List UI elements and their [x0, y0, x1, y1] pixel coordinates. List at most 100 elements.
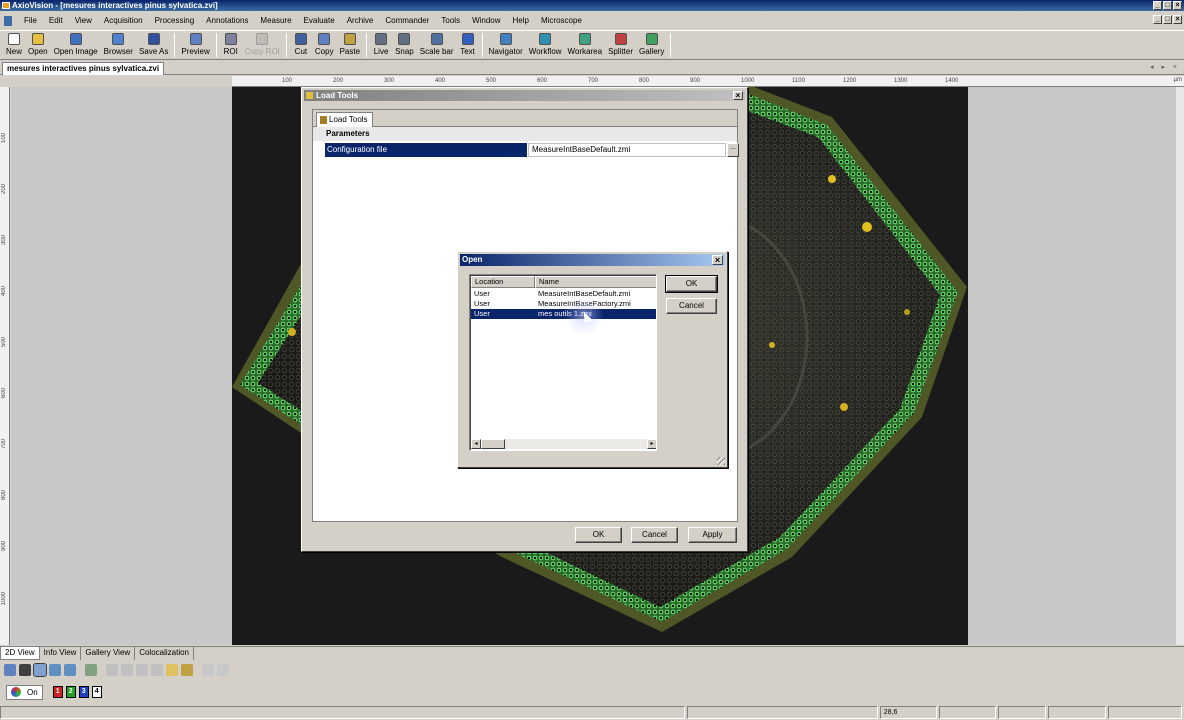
toolbar-separator [481, 33, 483, 57]
status-panel-3 [939, 706, 997, 719]
configuration-file-field[interactable]: MeasureIntBaseDefault.zmi [528, 143, 726, 157]
flip-icon[interactable] [151, 664, 163, 676]
undo-icon[interactable] [106, 664, 118, 676]
browse-button[interactable]: ... [727, 143, 739, 157]
splitter-button[interactable]: Splitter [605, 31, 636, 56]
scale-bar-button[interactable]: Scale bar [417, 31, 457, 56]
menu-processing[interactable]: Processing [149, 13, 201, 28]
refresh-icon[interactable] [217, 664, 229, 676]
channel-4-chip[interactable]: 4 [91, 686, 102, 698]
grid-icon[interactable] [202, 664, 214, 676]
open-dialog-titlebar[interactable]: Open × [460, 254, 725, 266]
open-button[interactable]: Open [25, 31, 51, 56]
tab-load-tools[interactable]: Load Tools [316, 112, 373, 127]
zoom-in-icon[interactable] [49, 664, 61, 676]
menu-bar: File Edit View Acquisition Processing Annotat… [0, 13, 1184, 28]
close-button[interactable]: × [1173, 1, 1182, 10]
tab-gallery-view[interactable]: Gallery View [81, 647, 136, 660]
menu-commander[interactable]: Commander [379, 13, 435, 28]
horizontal-scrollbar[interactable]: ◂ ▸ [471, 439, 656, 449]
tab-2d-view[interactable]: 2D View [0, 647, 40, 660]
column-location[interactable]: Location [471, 276, 535, 288]
menu-acquisition[interactable]: Acquisition [98, 13, 149, 28]
cut-button[interactable]: Cut [290, 31, 312, 56]
paste-button[interactable]: Paste [337, 31, 363, 56]
resize-grip-icon[interactable] [717, 457, 725, 465]
menu-view[interactable]: View [69, 13, 98, 28]
load-tools-titlebar[interactable]: Load Tools × [304, 90, 745, 101]
toolbar-label: Cut [294, 47, 308, 56]
menu-help[interactable]: Help [507, 13, 535, 28]
browser-button[interactable]: Browser [101, 31, 136, 56]
save-as-button[interactable]: Save As [136, 31, 171, 56]
minimize-button[interactable]: _ [1153, 1, 1162, 10]
vertical-scrollbar[interactable] [1176, 87, 1184, 645]
roi-button[interactable]: ROI [220, 31, 242, 56]
text-button[interactable]: Text [457, 31, 479, 56]
menu-microscope[interactable]: Microscope [535, 13, 588, 28]
channel-toggle[interactable]: On [6, 684, 43, 700]
zoom-out-icon[interactable] [64, 664, 76, 676]
parameter-row[interactable]: Configuration file MeasureIntBaseDefault… [325, 143, 739, 157]
workarea-button[interactable]: Workarea [565, 31, 606, 56]
pointer-icon[interactable] [4, 664, 16, 676]
menu-tools[interactable]: Tools [435, 13, 466, 28]
scroll-thumb[interactable] [481, 439, 505, 449]
doc-restore-button[interactable]: □ [1163, 15, 1172, 24]
load-tools-close-button[interactable]: × [733, 91, 743, 100]
pen-icon[interactable] [181, 664, 193, 676]
new-document-icon [8, 33, 20, 45]
zoom-tool-icon[interactable] [33, 663, 47, 677]
new-button[interactable]: New [3, 31, 25, 56]
rotate-icon[interactable] [136, 664, 148, 676]
menu-annotations[interactable]: Annotations [200, 13, 254, 28]
copy-button[interactable]: Copy [312, 31, 337, 56]
open-image-button[interactable]: Open Image [51, 31, 101, 56]
folder-icon[interactable] [166, 664, 178, 676]
cancel-button[interactable]: Cancel [631, 527, 678, 543]
open-dialog-close-button[interactable]: × [712, 255, 723, 265]
menu-archive[interactable]: Archive [341, 13, 380, 28]
copy-roi-button[interactable]: Copy ROI [242, 31, 283, 56]
navigator-button[interactable]: Navigator [486, 31, 526, 56]
tab-colocalization[interactable]: Colocalization [135, 647, 194, 660]
ruler-tick: 600 [537, 78, 548, 84]
cross-icon[interactable] [19, 664, 31, 676]
apply-button[interactable]: Apply [688, 527, 737, 543]
file-list[interactable]: Location Name User MeasureIntBaseDefault.… [469, 274, 657, 451]
doc-close-button[interactable]: × [1173, 15, 1182, 24]
ruler-tick: 1300 [894, 78, 908, 84]
redo-icon[interactable] [121, 664, 133, 676]
menu-evaluate[interactable]: Evaluate [298, 13, 341, 28]
live-button[interactable]: Live [370, 31, 392, 56]
document-icon[interactable] [4, 15, 12, 26]
column-name[interactable]: Name [535, 276, 656, 288]
channel-3-chip[interactable]: 3 [78, 686, 89, 698]
preview-button[interactable]: Preview [178, 31, 212, 56]
file-row[interactable]: User MeasureIntBaseDefault.zmi [471, 289, 656, 299]
snap-button[interactable]: Snap [392, 31, 417, 56]
channel-2-chip[interactable]: 2 [65, 686, 76, 698]
document-tab[interactable]: mesures interactives pinus sylvatica.zvi [2, 62, 165, 75]
workflow-button[interactable]: Workflow [526, 31, 565, 56]
open-ok-button[interactable]: OK [665, 275, 718, 293]
fit-icon[interactable] [85, 664, 97, 676]
tab-info-view[interactable]: Info View [40, 647, 82, 660]
parameter-name[interactable]: Configuration file [325, 143, 527, 157]
menu-file[interactable]: File [18, 13, 43, 28]
menu-measure[interactable]: Measure [254, 13, 297, 28]
doc-minimize-button[interactable]: _ [1153, 15, 1162, 24]
status-message [0, 706, 686, 719]
scroll-right-icon[interactable]: ▸ [647, 439, 656, 449]
maximize-button[interactable]: □ [1163, 1, 1172, 10]
tools-icon [306, 92, 313, 99]
tab-navigation[interactable]: ◂ ▸ × [1150, 63, 1180, 71]
open-cancel-button[interactable]: Cancel [666, 298, 717, 314]
menu-edit[interactable]: Edit [43, 13, 69, 28]
menu-window[interactable]: Window [466, 13, 506, 28]
scroll-left-icon[interactable]: ◂ [471, 439, 481, 449]
gallery-button[interactable]: Gallery [636, 31, 667, 56]
ok-button[interactable]: OK [575, 527, 622, 543]
channel-1-chip[interactable]: 1 [52, 686, 63, 698]
file-row[interactable]: UserMeasureIntBaseFactory.zmi [471, 299, 656, 309]
